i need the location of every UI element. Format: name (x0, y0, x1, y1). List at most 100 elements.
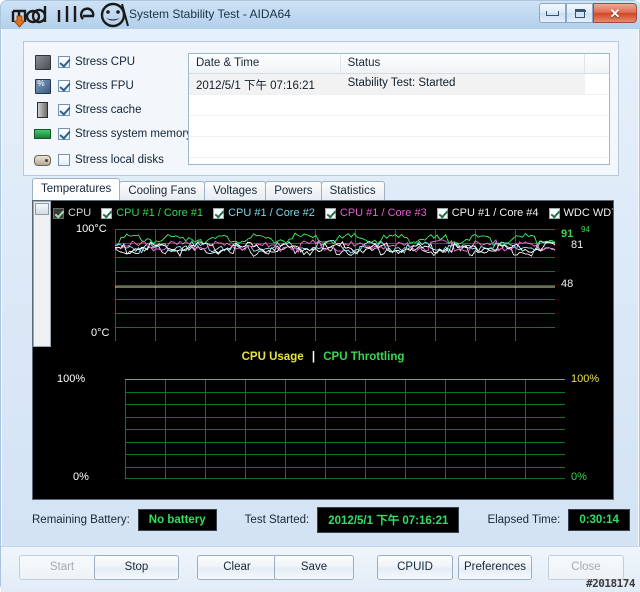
temperature-chart-scrollbar[interactable] (33, 201, 51, 347)
tab-statistics[interactable]: Statistics (320, 181, 385, 200)
image-id-watermark: #2018174 (586, 577, 635, 590)
readout-core-peak: 94 (581, 225, 590, 234)
legend-item-core-2[interactable]: CPU #1 / Core #2 (213, 207, 315, 219)
status-bar: Remaining Battery: No battery Test Start… (32, 507, 630, 533)
cpu-usage-chart: CPU Usage | CPU Throttling 100% 0% 100% … (33, 351, 613, 499)
usage-axis-max-label-left: 100% (57, 373, 86, 385)
legend-label-core-1: CPU #1 / Core #1 (116, 207, 204, 219)
title-bar[interactable]: System Stability Test - AIDA64 ✕ (1, 1, 640, 29)
minimize-icon (546, 10, 559, 16)
title-cpu-usage: CPU Usage (241, 351, 304, 363)
option-row-stress-system-memory[interactable]: Stress system memory (34, 124, 192, 144)
checkbox-stress-cpu[interactable] (58, 56, 70, 68)
window-controls: ✕ (539, 3, 637, 23)
cpu-chip-icon (34, 54, 51, 70)
legend-checkbox-core-3[interactable] (324, 207, 336, 219)
cpu-usage-plot-svg (125, 378, 566, 480)
checkbox-stress-cache[interactable] (58, 104, 70, 116)
legend-checkbox-cpu[interactable] (53, 207, 64, 219)
legend-checkbox-core-1[interactable] (101, 207, 113, 219)
scrollbar-thumb[interactable] (35, 203, 49, 215)
option-label-stress-cache: Stress cache (75, 104, 142, 116)
action-button-bar: Start Stop Clear Save CPUID Preferences … (1, 546, 640, 592)
maximize-button[interactable] (566, 3, 593, 23)
cell-status: Stability Test: Started (347, 77, 456, 89)
cell-extra (585, 74, 609, 94)
legend-item-core-3[interactable]: CPU #1 / Core #3 (324, 207, 427, 219)
temperature-chart-legend: CPU CPU #1 / Core #1 CPU #1 / Core #2 CP… (53, 205, 613, 221)
table-header-row: Date & Time Status (189, 54, 609, 74)
window-title: System Stability Test - AIDA64 (129, 7, 291, 21)
temperature-plot-area (114, 229, 556, 342)
tab-temperatures[interactable]: Temperatures (32, 178, 121, 200)
chart-tab-bar: Temperatures Cooling Fans Voltages Power… (32, 178, 385, 200)
legend-label-core-2: CPU #1 / Core #2 (228, 207, 315, 219)
readout-cpu: 81 (571, 239, 584, 251)
cache-chip-icon (34, 102, 51, 118)
close-button[interactable]: ✕ (593, 3, 637, 23)
elapsed-time-value: 0:30:14 (568, 509, 630, 531)
temperature-readouts: 91 94 81 48 (559, 223, 611, 345)
start-button[interactable]: Start (19, 555, 105, 580)
option-label-stress-system-memory: Stress system memory (75, 128, 192, 140)
cpuid-button[interactable]: CPUID (377, 555, 453, 580)
tab-powers[interactable]: Powers (265, 181, 322, 200)
remaining-battery-label: Remaining Battery: (32, 514, 130, 526)
minimize-button[interactable] (539, 3, 566, 23)
save-button[interactable]: Save (274, 555, 354, 580)
usage-axis-max-label-right: 100% (571, 373, 600, 385)
legend-checkbox-core-2[interactable] (213, 207, 225, 219)
legend-item-cpu[interactable]: CPU (53, 207, 91, 219)
cell-date-time: 2012/5/1 下午 07:16:21 (196, 80, 315, 92)
checkbox-stress-system-memory[interactable] (58, 128, 70, 140)
disk-drive-icon (34, 153, 51, 168)
legend-label-core-4: CPU #1 / Core #4 (451, 207, 539, 219)
preferences-button[interactable]: Preferences (458, 555, 532, 580)
temperature-axis-min-label: 0°C (91, 327, 110, 339)
checkbox-stress-fpu[interactable] (58, 80, 70, 92)
tab-cooling-fans[interactable]: Cooling Fans (119, 181, 206, 200)
close-icon: ✕ (609, 5, 621, 21)
table-row[interactable]: 2012/5/1 下午 07:16:21 Stability Test: Sta… (189, 74, 609, 95)
table-row-empty (189, 137, 609, 158)
event-log-table[interactable]: Date & Time Status 2012/5/1 下午 07:16:21 … (188, 53, 610, 165)
usage-axis-min-label-left: 0% (73, 471, 89, 483)
test-started-value: 2012/5/1 下午 07:16:21 (317, 507, 460, 533)
clear-button[interactable]: Clear (197, 555, 277, 580)
usage-axis-min-label-right: 0% (571, 471, 587, 483)
legend-item-wdc-disk[interactable]: WDC WD7 (548, 207, 613, 219)
cpu-usage-plot-area (125, 378, 566, 480)
option-row-stress-cache[interactable]: Stress cache (34, 100, 141, 120)
fpu-chip-icon (34, 78, 51, 94)
cpu-usage-chart-title: CPU Usage | CPU Throttling (33, 351, 613, 363)
option-row-stress-fpu[interactable]: Stress FPU (34, 76, 134, 96)
legend-checkbox-wdc-disk[interactable] (548, 207, 560, 219)
temperature-plot-svg (114, 229, 556, 342)
temperature-chart: 100°C 0°C 91 94 81 48 (53, 223, 611, 345)
legend-label-cpu: CPU (68, 207, 92, 219)
legend-checkbox-core-4[interactable] (436, 207, 448, 219)
memory-module-icon (34, 127, 51, 142)
title-cpu-throttling: CPU Throttling (323, 351, 405, 363)
remaining-battery-value: No battery (137, 509, 217, 531)
checkbox-stress-local-disks[interactable] (58, 154, 70, 166)
option-label-stress-cpu: Stress CPU (75, 56, 136, 68)
tab-voltages[interactable]: Voltages (204, 181, 267, 200)
column-header-extra[interactable] (585, 54, 609, 73)
column-header-status[interactable]: Status (341, 54, 586, 73)
option-row-stress-local-disks[interactable]: Stress local disks (34, 150, 164, 170)
option-label-stress-local-disks: Stress local disks (75, 154, 164, 166)
temperature-axis-max-label: 100°C (76, 223, 107, 235)
table-row-empty (189, 116, 609, 137)
test-started-label: Test Started: (244, 514, 310, 526)
column-header-date-time[interactable]: Date & Time (189, 54, 341, 73)
legend-label-wdc-disk: WDC WD7 (563, 207, 613, 219)
readout-disk: 48 (561, 278, 574, 290)
elapsed-time-label: Elapsed Time: (487, 514, 561, 526)
stop-button[interactable]: Stop (94, 555, 179, 580)
maximize-icon (574, 8, 586, 18)
legend-item-core-1[interactable]: CPU #1 / Core #1 (101, 207, 203, 219)
aida64-stability-test-window: System Stability Test - AIDA64 ✕ Stress … (0, 0, 640, 592)
legend-item-core-4[interactable]: CPU #1 / Core #4 (436, 207, 539, 219)
option-row-stress-cpu[interactable]: Stress CPU (34, 52, 135, 72)
